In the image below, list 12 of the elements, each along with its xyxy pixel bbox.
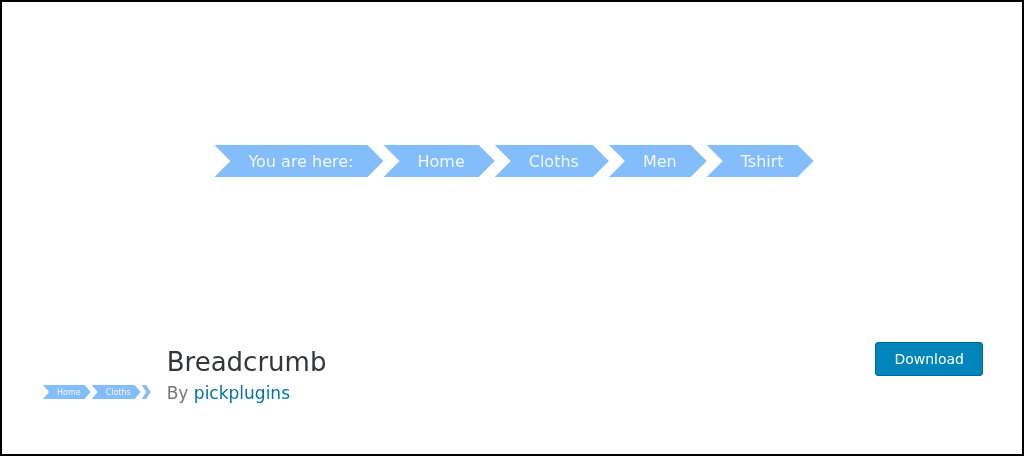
breadcrumb-item: Tshirt [706, 145, 814, 177]
breadcrumb-item: Home [43, 385, 91, 399]
breadcrumb-item: Cloths [494, 145, 609, 177]
breadcrumb-item: Cloths [91, 385, 141, 399]
author-link[interactable]: pickplugins [193, 383, 290, 403]
download-button[interactable]: Download [875, 342, 983, 376]
byline-label: By [166, 383, 189, 403]
breadcrumb-item: Home [383, 145, 495, 177]
breadcrumb-item: You are here: [214, 145, 384, 177]
plugin-title: Breadcrumb [166, 347, 328, 377]
chevron-icon [141, 385, 151, 399]
breadcrumb-item: Men [608, 145, 707, 177]
